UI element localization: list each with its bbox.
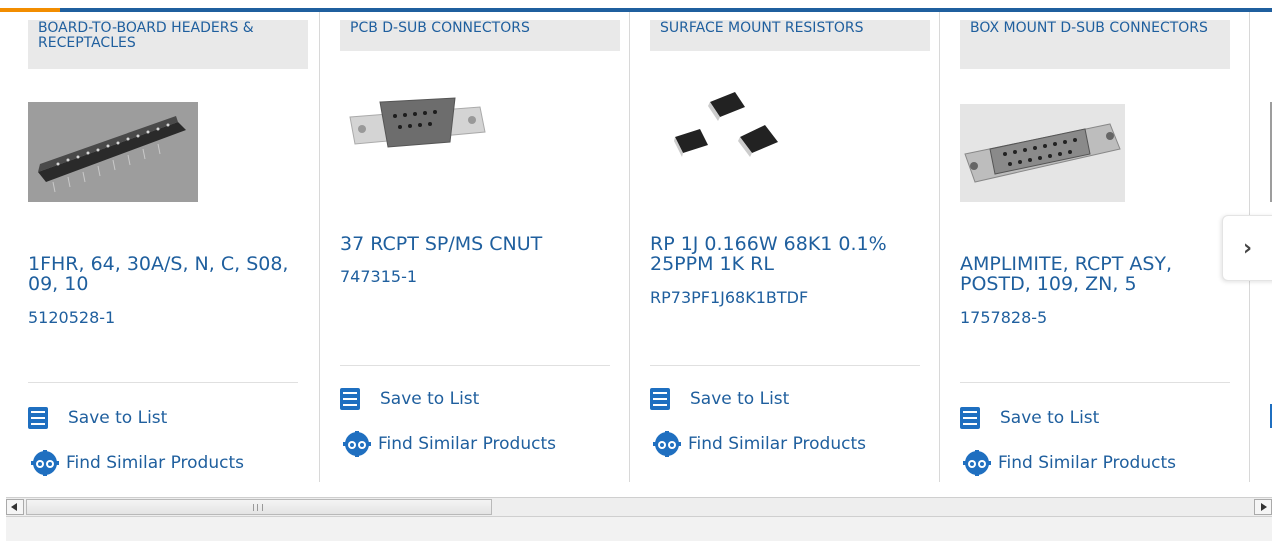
part-number[interactable]: 5120528-1 [28,308,115,327]
binoculars-gear-icon [963,450,991,476]
save-to-list-button[interactable]: Save to List [28,405,167,431]
scroll-right-arrow[interactable] [1254,499,1272,515]
product-image-resistors[interactable] [670,87,800,182]
find-similar-button[interactable]: Find Similar Products [650,431,866,457]
product-card: BOX MOUNT D-SUB CONNECTORS AMPLIMITE, RC… [939,12,1250,482]
find-similar-label: Find Similar Products [998,453,1176,473]
find-similar-button[interactable]: Find Similar Products [340,431,556,457]
chevron-right-icon: › [1243,235,1253,261]
carousel-next-button[interactable]: › [1222,215,1272,281]
checklist-icon [340,388,360,410]
part-number[interactable]: RP73PF1J68K1BTDF [650,288,808,307]
product-title[interactable]: AMPLIMITE, RCPT ASY, POSTD, 109, ZN, 5 [960,254,1220,294]
category-label[interactable]: PCB D-SUB CONNECTORS [340,20,620,51]
category-label[interactable]: BOARD-TO-BOARD HEADERS & RECEPTACLES [28,20,308,69]
checklist-icon [28,407,48,429]
find-similar-label: Find Similar Products [66,453,244,473]
binoculars-gear-icon [343,431,371,457]
divider [340,365,610,366]
save-to-list-label: Save to List [1000,408,1100,428]
checklist-icon [960,407,980,429]
find-similar-button[interactable]: Find Similar Products [28,450,244,476]
find-similar-label: Find Similar Products [688,434,866,454]
product-title[interactable]: RP 1J 0.166W 68K1 0.1% 25PPM 1K RL [650,234,925,274]
product-image-dsub[interactable] [340,82,490,172]
part-number[interactable]: 1757828-5 [960,308,1047,327]
product-card: SURFACE MOUNT RESISTORS RP 1J 0.166W 68K… [629,12,940,482]
scrollbar-grip [253,504,263,511]
product-title[interactable]: 1FHR, 64, 30A/S, N, C, S08, 09, 10 [28,254,303,294]
horizontal-scrollbar[interactable] [6,497,1272,517]
scroll-left-arrow[interactable] [6,499,24,515]
part-number[interactable]: 747315-1 [340,267,417,286]
product-title[interactable]: 37 RCPT SP/MS CNUT [340,234,615,254]
product-image-header[interactable] [28,102,198,202]
binoculars-gear-icon [653,431,681,457]
save-to-list-label: Save to List [690,389,790,409]
category-label[interactable]: BOX MOUNT D-SUB CONNECTORS [960,20,1230,69]
divider [28,382,298,383]
save-to-list-label: Save to List [380,389,480,409]
binoculars-gear-icon [31,450,59,476]
find-similar-label: Find Similar Products [378,434,556,454]
product-card: PCB D-SUB CONNECTORS 37 RCPT SP/MS CNUT … [319,12,630,482]
find-similar-button[interactable]: Find Similar Products [960,450,1176,476]
product-carousel: BOARD-TO-BOARD HEADERS & RECEPTACLES 1FH… [0,12,1272,492]
checklist-icon [650,388,670,410]
divider [960,382,1230,383]
category-label[interactable]: SURFACE MOUNT RESISTORS [650,20,930,51]
product-image-box-dsub[interactable] [960,104,1125,202]
divider [650,365,920,366]
product-card: BOARD-TO-BOARD HEADERS & RECEPTACLES 1FH… [18,12,328,482]
save-to-list-button[interactable]: Save to List [960,405,1099,431]
save-to-list-button[interactable]: Save to List [650,386,789,412]
save-to-list-button[interactable]: Save to List [340,386,479,412]
save-to-list-label: Save to List [68,408,168,428]
scrollbar-thumb[interactable] [26,499,492,515]
footer-area [6,517,1272,541]
